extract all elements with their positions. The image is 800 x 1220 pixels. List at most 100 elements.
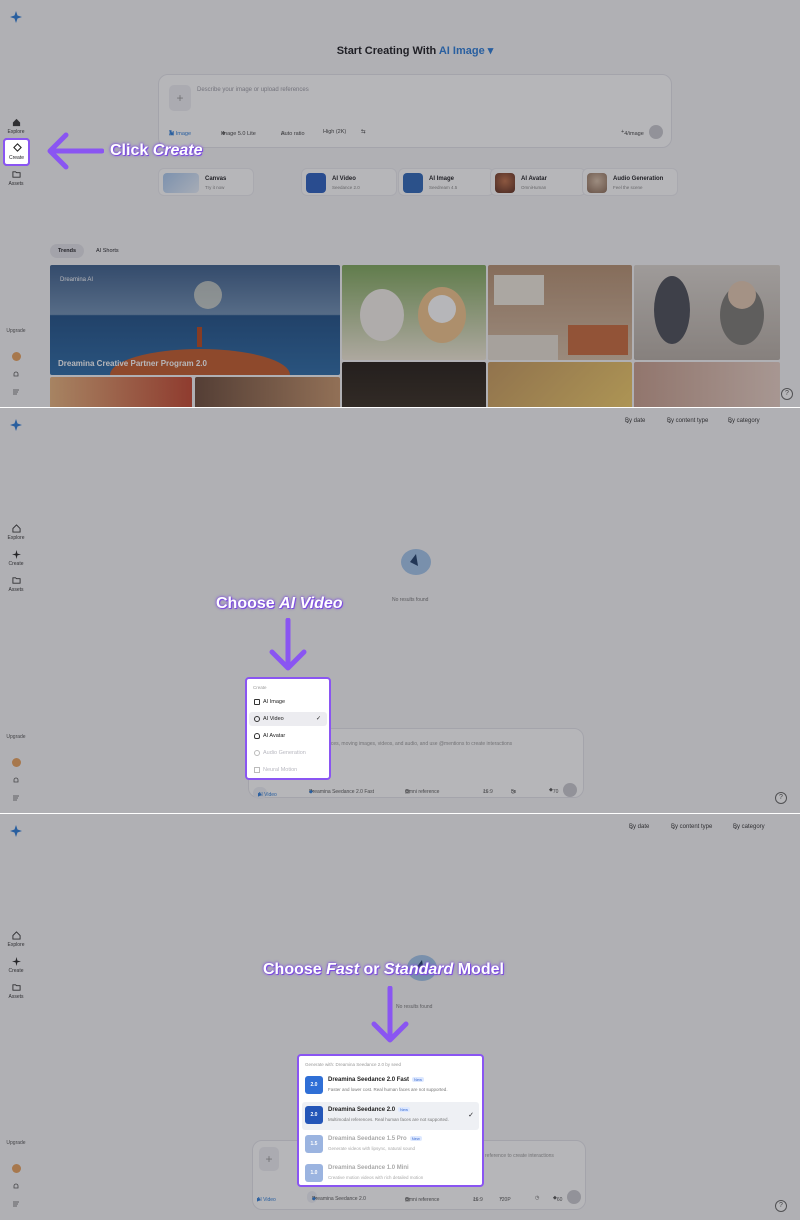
filter-bar: By date ⌄ By content type ⌄ By category … [625,418,775,430]
sidebar-item-explore[interactable]: Explore [3,524,29,541]
reference-label: Omni reference [405,789,440,795]
model-dropdown-label: Dreamina Seedance 2.0 Fast [309,789,375,795]
count-dropdown[interactable]: + 4/image [621,129,644,137]
model-name-text: Dreamina Seedance 2.0 Fast [328,1077,410,1083]
sidebar-item-label: Explore [7,129,25,135]
banner-brand: Dreamina AI [60,277,94,283]
prompt-input[interactable]: Describe your image or upload references [197,87,309,93]
upgrade-button[interactable]: Upgrade [4,734,28,740]
banner-title: Dreamina Creative Partner Program 2.0 [58,359,207,368]
filter-by-date[interactable]: By date ⌄ [625,418,645,425]
menu-item-ai-image[interactable]: AI Image [249,695,327,709]
filter-by-content-type[interactable]: By content type ⌄ [671,824,712,831]
ratio-label: 16:9 [483,789,493,795]
sidebar-item-assets[interactable]: Assets [3,576,29,593]
gallery-tile[interactable] [488,265,632,360]
gallery-tile[interactable] [50,377,192,408]
feature-cards: Canvas Try it now AI Video Seedance 2.0 … [158,168,678,198]
help-button[interactable]: ? [781,388,793,400]
credits-indicator: ◆ 60 [553,1195,563,1203]
model-item-seedance-1-mini[interactable]: 1.0 Dreamina Seedance 1.0 Mini Creative … [302,1160,479,1188]
filter-by-content-type[interactable]: By content type ⌄ [667,418,708,425]
reference-dropdown[interactable]: ▤ Omni reference ⌄ [405,787,439,795]
menu-icon[interactable] [4,1200,28,1210]
resolution-dropdown[interactable]: 720P ⌄ [499,1195,511,1203]
prompt-input[interactable]: reference to create interactions [485,1153,554,1159]
star-logo-icon[interactable] [9,418,23,432]
model-desc: Multimodal references. Real human faces … [328,1117,449,1122]
banner-tile[interactable]: Dreamina AI Dreamina Creative Partner Pr… [50,265,340,375]
gallery-tile[interactable] [342,362,486,408]
trend-gallery: Dreamina AI Dreamina Creative Partner Pr… [50,265,780,408]
menu-icon[interactable] [4,794,28,804]
prompt-input[interactable]: references, moving images, videos, and a… [315,741,512,747]
sidebar-item-explore[interactable]: Explore [3,931,29,948]
gallery-tile[interactable] [634,265,780,360]
star-logo-icon[interactable] [9,10,23,24]
gallery-tile[interactable] [342,265,486,360]
add-reference-button[interactable]: + [169,85,191,111]
gallery-tile[interactable] [488,362,632,408]
menu-item-ai-video[interactable]: AI Video ✓ [249,712,327,726]
model-dropdown-label: Dreamina Seedance 2.0 [312,1196,366,1202]
sidebar-item-explore[interactable]: Explore [3,118,29,135]
avatar[interactable] [4,758,28,767]
card-audio-generation[interactable]: Audio Generation Feel the scene [582,168,678,196]
mode-dropdown[interactable]: ▶ AI Video ⌄ [257,1195,276,1203]
mode-label: AI Image [438,45,485,57]
bell-icon[interactable] [4,1182,28,1192]
quality-dropdown[interactable]: High (2K) [323,129,346,135]
send-button[interactable] [649,125,663,139]
create-highlight-frame: Create [3,138,30,166]
canvas-thumb [163,173,199,193]
star-logo-icon[interactable] [9,824,23,838]
sidebar-item-create[interactable]: Create [3,957,29,974]
avatar-icon [254,733,260,739]
filter-by-category[interactable]: By category ⌄ [733,824,765,831]
annotation-click-create: Click Create [110,142,203,160]
help-button[interactable]: ? [775,1200,787,1212]
model-item-seedance-1-5-pro[interactable]: 1.5 Dreamina Seedance 1.5 Pro New Generat… [302,1131,479,1159]
swap-icon[interactable]: ⇆ [361,129,366,135]
mode-switcher[interactable]: AI Image ▾ [439,45,493,57]
reference-dropdown[interactable]: ▤ Omni reference ⌄ [405,1195,439,1203]
mode-dropdown[interactable]: ▶ AI Video ⌄ [253,787,277,799]
menu-item-label: Neural Motion [263,767,298,773]
avatar[interactable] [4,352,28,361]
send-button[interactable] [563,783,577,797]
model-dropdown[interactable]: ❖ Dreamina Seedance 2.0 ◆ [307,1191,366,1203]
tab-trends[interactable]: Trends [50,244,85,258]
bell-icon[interactable] [4,370,28,380]
model-item-seedance-2[interactable]: 2.0 Dreamina Seedance 2.0 New Multimodal … [302,1102,479,1130]
model-item-seedance-2-fast[interactable]: 2.0 Dreamina Seedance 2.0 Fast New Faster… [302,1072,479,1100]
image-icon [254,699,260,705]
menu-item-ai-avatar[interactable]: AI Avatar [249,729,327,743]
help-button[interactable]: ? [775,792,787,804]
sidebar-item-label: Create [8,968,24,974]
card-canvas[interactable]: Canvas Try it now [158,168,254,196]
gallery-tile[interactable] [634,362,780,408]
card-ai-video[interactable]: AI Video Seedance 2.0 [301,168,397,196]
model-dropdown-label: Image 5.0 Lite [221,131,256,137]
filter-by-date[interactable]: By date ⌄ [629,824,649,831]
filter-by-category[interactable]: By category ⌄ [728,418,760,425]
filter-bar: By date ⌄ By content type ⌄ By category … [629,824,779,836]
card-ai-image[interactable]: AI Image Seedream 4.5 [398,168,494,196]
sidebar-item-create[interactable]: Create [3,550,29,567]
sidebar-item-assets[interactable]: Assets [3,170,29,187]
menu-icon[interactable] [4,388,28,398]
gallery-tile[interactable] [195,377,340,408]
left-arrow-icon [47,132,104,170]
figures-art [654,276,764,345]
avatar[interactable] [4,1164,28,1173]
mode-dropdown[interactable]: ▣ AI Image ▾ [169,129,191,137]
sidebar-item-assets[interactable]: Assets [3,983,29,1000]
bell-icon[interactable] [4,776,28,786]
upgrade-button[interactable]: Upgrade [4,328,28,334]
send-button[interactable] [567,1190,581,1204]
clock-icon[interactable]: ◷ [535,1195,539,1201]
tab-ai-shorts[interactable]: AI Shorts [88,244,127,258]
card-ai-avatar[interactable]: AI Avatar OmniHuman [490,168,586,196]
upgrade-button[interactable]: Upgrade [4,1140,28,1146]
add-reference-button[interactable]: + [259,1147,279,1171]
